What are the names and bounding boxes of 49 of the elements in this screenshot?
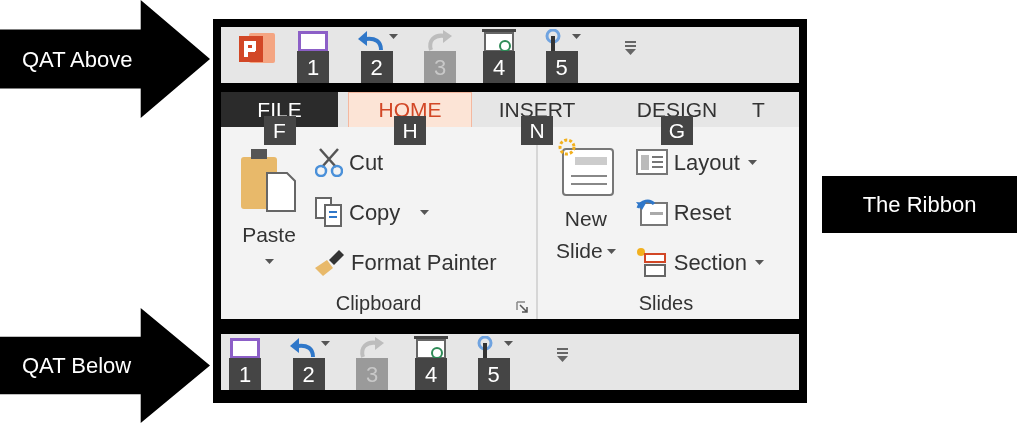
caret-icon: [755, 259, 765, 265]
section-button[interactable]: Section: [635, 243, 765, 281]
customize-toolbar-icon[interactable]: [625, 41, 636, 55]
save-button[interactable]: [298, 31, 328, 51]
cut-button[interactable]: Cut: [315, 143, 497, 181]
paste-button[interactable]: Paste: [241, 149, 297, 264]
keytip: 2: [292, 358, 325, 390]
new-slide-icon: [556, 137, 615, 199]
copy-button[interactable]: Copy: [315, 193, 497, 231]
paintbrush-icon: [315, 248, 345, 276]
keytip: 2: [360, 51, 393, 83]
keytip: 5: [477, 358, 510, 390]
format-painter-button[interactable]: Format Painter: [315, 243, 497, 281]
keytip: 1: [229, 358, 261, 390]
scissors-icon: [315, 147, 343, 177]
keytip: G: [661, 116, 693, 145]
keytip: N: [521, 116, 553, 145]
ribbon-tab[interactable]: T: [752, 92, 798, 127]
keytip: F: [263, 116, 296, 145]
keytip: H: [394, 116, 426, 145]
caret-icon: [321, 341, 330, 346]
caret-icon: [389, 34, 398, 39]
caret-icon: [572, 34, 581, 39]
new-slide-button[interactable]: New Slide: [556, 137, 616, 289]
keytip: 4: [483, 51, 515, 83]
start-button[interactable]: [414, 336, 448, 358]
layout-button[interactable]: Layout: [635, 143, 765, 181]
caret-icon: [504, 341, 513, 346]
group-label: Clipboard: [335, 291, 422, 316]
section-icon: [635, 247, 668, 277]
layout-icon: [635, 149, 668, 175]
caret-icon: [747, 159, 757, 165]
caret-icon: [606, 248, 616, 254]
keytip: 4: [415, 358, 447, 390]
copy-icon: [315, 197, 343, 227]
start-button[interactable]: [482, 29, 516, 51]
customize-toolbar-icon[interactable]: [557, 348, 568, 362]
dialog-launcher-icon[interactable]: [516, 301, 528, 313]
save-button[interactable]: [230, 338, 260, 358]
keytip: 1: [297, 51, 329, 83]
callout-label: QAT Above: [22, 45, 133, 74]
group-label: Slides: [638, 291, 694, 316]
reset-button[interactable]: Reset: [635, 193, 765, 231]
keytip: 5: [545, 51, 578, 83]
callout-label: The Ribbon: [822, 176, 1017, 233]
clipboard-icon: [241, 149, 297, 215]
caret-icon: [420, 209, 430, 215]
caret-icon: [264, 259, 274, 264]
callout-label: QAT Below: [22, 352, 132, 380]
